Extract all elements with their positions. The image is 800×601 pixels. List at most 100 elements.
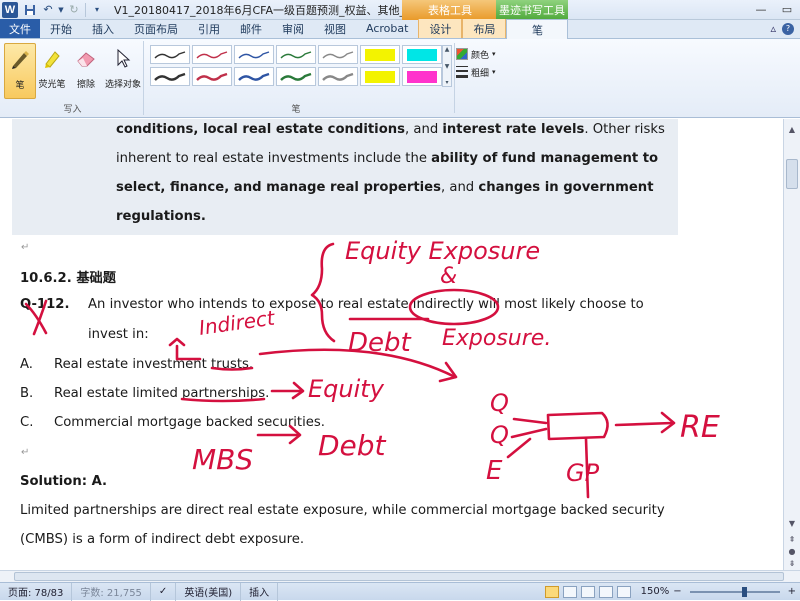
horizontal-scroll-thumb[interactable]: [14, 572, 784, 581]
highlighter-icon: [39, 45, 65, 71]
pen-weight-label: 粗细: [471, 68, 490, 79]
select-objects-label: 选择对象: [104, 80, 141, 90]
eraser-tool-button[interactable]: 擦除: [70, 43, 102, 99]
dropdown-arrow-icon: ▾: [492, 50, 496, 58]
customize-qat-icon[interactable]: ▾: [88, 2, 106, 18]
tab-layout[interactable]: 布局: [462, 19, 507, 38]
vertical-scroll-thumb[interactable]: [786, 159, 798, 189]
pen-stroke-icon: [280, 50, 312, 59]
redo-icon[interactable]: ↻: [65, 2, 83, 18]
zoom-out-icon[interactable]: −: [673, 586, 681, 597]
maximize-icon[interactable]: ▭: [774, 0, 800, 18]
gallery-more-icon[interactable]: ▾: [445, 79, 448, 86]
tab-view[interactable]: 视图: [314, 19, 356, 38]
tab-page-layout[interactable]: 页面布局: [124, 19, 188, 38]
highlighter-tool-button[interactable]: 荧光笔: [36, 43, 68, 99]
tab-references[interactable]: 引用: [188, 19, 230, 38]
eraser-tool-label: 擦除: [76, 80, 95, 90]
zoom-in-icon[interactable]: +: [788, 586, 796, 597]
pen-style-swatch[interactable]: [150, 45, 190, 64]
minimize-icon[interactable]: —: [748, 0, 774, 18]
line-weight-icon: [456, 66, 468, 78]
pen-style-swatch[interactable]: [360, 67, 400, 86]
pen-stroke-icon: [280, 72, 312, 81]
tab-file[interactable]: 文件: [0, 19, 40, 38]
status-language[interactable]: 英语(美国): [176, 582, 242, 601]
undo-dropdown-icon[interactable]: ▼: [57, 2, 65, 18]
select-objects-button[interactable]: 选择对象: [104, 43, 142, 99]
pen-style-swatch[interactable]: [276, 45, 316, 64]
status-word-count[interactable]: 字数: 21,755: [72, 582, 151, 601]
pen-tool-label: 笔: [15, 81, 25, 91]
tab-insert[interactable]: 插入: [82, 19, 124, 38]
pen-style-swatch[interactable]: [402, 45, 442, 64]
ink-arrow: [175, 344, 202, 361]
ink-text-equity-exposure: Equity Exposure: [345, 237, 540, 265]
pen-style-swatch[interactable]: [192, 45, 232, 64]
horizontal-scrollbar[interactable]: [0, 570, 800, 582]
status-insert-mode[interactable]: 插入: [241, 582, 279, 601]
previous-page-icon[interactable]: ⇞: [786, 533, 798, 545]
highlighter-swatch-icon: [407, 70, 437, 83]
full-screen-reading-view-icon[interactable]: [562, 585, 577, 598]
ribbon: 笔 荧光笔 擦除 选择对象 写入 ▲ ▼ ▾ 颜色 ▾ 粗细 ▾ 笔: [0, 39, 800, 118]
tab-design[interactable]: 设计: [418, 19, 463, 38]
document-page[interactable]: conditions, local real estate conditions…: [0, 119, 783, 570]
scroll-up-icon[interactable]: ▲: [786, 123, 798, 135]
pen-stroke-icon: [196, 72, 228, 81]
help-icon[interactable]: ?: [782, 22, 794, 35]
tab-acrobat[interactable]: Acrobat: [356, 19, 418, 38]
ink-text-q-2: Q: [490, 421, 509, 449]
status-proofing[interactable]: ✓: [151, 582, 177, 601]
ink-text-mbs: MBS: [192, 443, 253, 476]
ink-box: [546, 411, 609, 441]
print-layout-view-icon[interactable]: [544, 585, 559, 598]
save-icon[interactable]: [21, 2, 39, 18]
tab-mailings[interactable]: 邮件: [230, 19, 272, 38]
pen-weight-dropdown[interactable]: 粗细 ▾: [456, 63, 496, 81]
draft-view-icon[interactable]: [616, 585, 631, 598]
undo-icon[interactable]: ↶: [39, 2, 57, 18]
pen-options: 颜色 ▾ 粗细 ▾: [456, 45, 496, 81]
pen-style-swatch[interactable]: [402, 67, 442, 86]
tab-pen[interactable]: 笔: [506, 19, 569, 39]
pen-style-swatch[interactable]: [318, 67, 358, 86]
vertical-scrollbar[interactable]: ▲ ▼ ⇞ ● ⇟: [783, 119, 800, 570]
ink-text-ampersand: &: [440, 264, 457, 289]
word-app-icon[interactable]: W: [2, 1, 18, 18]
window-controls: — ▭: [748, 0, 800, 20]
pen-style-swatch[interactable]: [234, 45, 274, 64]
pen-style-swatch[interactable]: [234, 67, 274, 86]
ribbon-collapse-icon[interactable]: ▵: [770, 22, 776, 35]
pen-tool-button[interactable]: 笔: [4, 43, 36, 99]
web-layout-view-icon[interactable]: [580, 585, 595, 598]
ribbon-right-controls: ▵ ?: [770, 19, 800, 38]
browse-object-icon[interactable]: ●: [786, 545, 798, 557]
select-arrow-icon: [110, 45, 136, 71]
gallery-up-icon[interactable]: ▲: [445, 46, 450, 53]
pens-group-label: 笔: [291, 105, 301, 115]
highlighter-swatch-icon: [365, 70, 395, 83]
zoom-slider[interactable]: [689, 586, 780, 597]
tab-home[interactable]: 开始: [40, 19, 82, 38]
context-title-table-tools: 表格工具: [402, 0, 498, 20]
outline-view-icon[interactable]: [598, 585, 613, 598]
pen-gallery-scroll[interactable]: ▲ ▼ ▾: [442, 45, 452, 87]
status-page-count[interactable]: 页面: 78/83: [0, 582, 73, 601]
scroll-down-icon[interactable]: ▼: [786, 517, 798, 529]
ink-annotation-layer[interactable]: Equity Exposure & Debt Exposure. Indirec…: [0, 119, 783, 570]
ink-text-q-1: Q: [490, 389, 509, 417]
pen-style-swatch[interactable]: [192, 67, 232, 86]
zoom-slider-thumb[interactable]: [741, 586, 747, 597]
ink-connector: [510, 427, 548, 439]
zoom-level[interactable]: 150%: [641, 586, 670, 597]
next-page-icon[interactable]: ⇟: [786, 557, 798, 569]
pen-style-swatch[interactable]: [360, 45, 400, 64]
tab-review[interactable]: 审阅: [272, 19, 314, 38]
pen-color-dropdown[interactable]: 颜色 ▾: [456, 45, 496, 63]
pen-style-swatch[interactable]: [318, 45, 358, 64]
dropdown-arrow-icon: ▾: [492, 68, 496, 76]
pen-style-swatch[interactable]: [276, 67, 316, 86]
pen-style-swatch[interactable]: [150, 67, 190, 86]
gallery-down-icon[interactable]: ▼: [445, 63, 450, 70]
